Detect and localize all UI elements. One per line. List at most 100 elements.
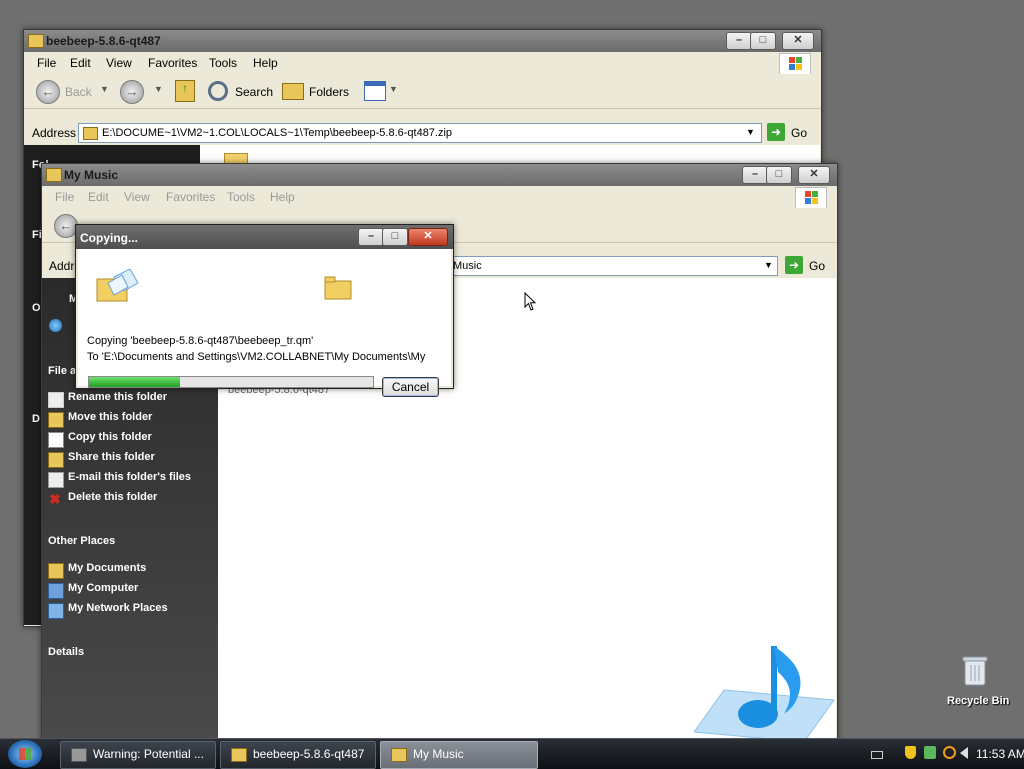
menu-view[interactable]: View <box>106 56 132 70</box>
task-pane-partial-details: D <box>32 413 40 425</box>
folder-zip-icon <box>28 34 44 48</box>
window-title: My Music <box>64 168 119 182</box>
back-dropdown-icon[interactable]: ▼ <box>100 84 109 94</box>
place-my-network[interactable]: My Network Places <box>68 602 168 614</box>
maximize-button[interactable]: □ <box>382 228 408 246</box>
minimize-button[interactable]: – <box>358 228 384 246</box>
delete-icon: ✖ <box>49 491 61 507</box>
dialog-title: Copying... <box>80 231 138 245</box>
other-places-header: Other Places <box>48 535 116 547</box>
recycle-bin-shortcut[interactable]: Recycle Bin <box>944 656 1010 710</box>
menu-file[interactable]: File <box>37 56 56 70</box>
details-header[interactable]: Details <box>48 646 84 658</box>
views-icon[interactable] <box>364 81 386 101</box>
my-documents-icon <box>48 563 64 579</box>
title-bar[interactable]: My Music – □ ✕ <box>42 164 837 186</box>
folders-icon[interactable] <box>282 83 304 100</box>
copy-dialog[interactable]: Copying... – □ ✕ Copying 'beebeep-5.8.6-… <box>75 224 454 397</box>
task-email-files[interactable]: E-mail this folder's files <box>68 471 191 483</box>
clock[interactable]: 11:53 AM <box>976 747 1024 761</box>
progress-fill <box>89 377 180 387</box>
close-button[interactable]: ✕ <box>408 228 448 246</box>
task-move-folder[interactable]: Move this folder <box>68 411 152 423</box>
search-tray-icon[interactable] <box>943 746 956 759</box>
copy-icon <box>48 432 64 448</box>
task-copy-folder[interactable]: Copy this folder <box>68 431 152 443</box>
menu-tools[interactable]: Tools <box>227 190 255 204</box>
email-icon <box>48 472 64 488</box>
address-dropdown-icon[interactable]: ▼ <box>746 127 755 137</box>
go-button-label[interactable]: Go <box>809 259 825 273</box>
taskbar: Warning: Potential ... beebeep-5.8.6-qt4… <box>0 738 1024 769</box>
copy-destination-text: To 'E:\Documents and Settings\VM2.COLLAB… <box>87 351 426 363</box>
minimize-button[interactable]: – <box>726 32 752 50</box>
address-label: Addr <box>49 259 75 273</box>
globe-icon <box>49 319 62 332</box>
task-rename-folder[interactable]: Rename this folder <box>68 391 167 403</box>
rename-icon <box>48 392 64 408</box>
title-bar[interactable]: beebeep-5.8.6-qt487 – □ ✕ <box>24 30 821 52</box>
forward-arrow-icon[interactable]: → <box>120 80 144 104</box>
cancel-button[interactable]: Cancel <box>382 377 439 397</box>
taskbar-item-beebeep[interactable]: beebeep-5.8.6-qt487 <box>220 741 376 769</box>
go-button-label[interactable]: Go <box>791 126 807 140</box>
windows-logo-icon <box>779 53 811 75</box>
menu-favorites[interactable]: Favorites <box>166 190 215 204</box>
address-dropdown-icon[interactable]: ▼ <box>764 260 773 270</box>
maximize-button[interactable]: □ <box>750 32 776 50</box>
shield-icon[interactable] <box>905 746 916 759</box>
window-title: beebeep-5.8.6-qt487 <box>46 34 161 48</box>
address-input[interactable]: E:\DOCUME~1\VM2~1.COL\LOCALS~1\Temp\beeb… <box>78 123 762 143</box>
menu-edit[interactable]: Edit <box>70 56 91 70</box>
windows-logo-icon <box>795 187 827 209</box>
menu-view[interactable]: View <box>124 190 150 204</box>
dialog-body: Copying 'beebeep-5.8.6-qt487\beebeep_tr.… <box>78 249 451 397</box>
music-folder-icon <box>46 168 62 182</box>
back-arrow-icon[interactable]: ← <box>36 80 60 104</box>
forward-dropdown-icon[interactable]: ▼ <box>154 84 163 94</box>
go-arrow-icon[interactable]: ➜ <box>767 123 785 141</box>
menu-file[interactable]: File <box>55 190 74 204</box>
network-tray-icon[interactable] <box>924 746 936 759</box>
go-arrow-icon[interactable]: ➜ <box>785 256 803 274</box>
dialog-title-bar[interactable]: Copying... – □ ✕ <box>76 225 453 249</box>
recycle-bin-label: Recycle Bin <box>947 695 1010 707</box>
task-pane-partial-other: O <box>32 302 41 314</box>
menu-help[interactable]: Help <box>253 56 278 70</box>
minimize-button[interactable]: – <box>742 166 768 184</box>
search-button-label[interactable]: Search <box>235 85 273 99</box>
taskbar-item-warning[interactable]: Warning: Potential ... <box>60 741 216 769</box>
maximize-button[interactable]: □ <box>766 166 792 184</box>
task-share-folder[interactable]: Share this folder <box>68 451 155 463</box>
search-icon[interactable] <box>208 81 228 101</box>
music-note-watermark-icon <box>694 646 835 743</box>
menu-tools[interactable]: Tools <box>209 56 237 70</box>
address-value: E:\DOCUME~1\VM2~1.COL\LOCALS~1\Temp\beeb… <box>102 127 453 139</box>
my-computer-icon <box>48 583 64 599</box>
back-button-label[interactable]: Back <box>65 85 92 99</box>
place-my-computer[interactable]: My Computer <box>68 582 138 594</box>
windows-orb-icon <box>19 748 31 760</box>
close-button[interactable]: ✕ <box>782 32 814 50</box>
zip-folder-icon <box>83 126 98 140</box>
up-folder-icon[interactable]: ↑ <box>175 80 195 102</box>
task-delete-folder[interactable]: Delete this folder <box>68 491 157 503</box>
menu-bar: File Edit View Favorites Tools Help <box>24 52 821 75</box>
address-label: Address <box>32 126 77 140</box>
taskbar-item-label: Warning: Potential ... <box>93 747 204 761</box>
place-my-documents[interactable]: My Documents <box>68 562 146 574</box>
views-dropdown-icon[interactable]: ▼ <box>389 84 398 94</box>
mouse-cursor-icon <box>524 292 537 311</box>
volume-icon[interactable] <box>960 747 968 759</box>
menu-edit[interactable]: Edit <box>88 190 109 204</box>
keyboard-icon[interactable] <box>871 751 883 759</box>
close-button[interactable]: ✕ <box>798 166 830 184</box>
menu-favorites[interactable]: Favorites <box>148 56 197 70</box>
recycle-bin-icon <box>962 656 988 686</box>
move-icon <box>48 412 64 428</box>
taskbar-item-label: My Music <box>413 747 464 761</box>
folders-button-label[interactable]: Folders <box>309 85 349 99</box>
menu-help[interactable]: Help <box>270 190 295 204</box>
file-tasks-header: File a <box>48 365 77 377</box>
taskbar-item-my-music[interactable]: My Music <box>380 741 538 769</box>
